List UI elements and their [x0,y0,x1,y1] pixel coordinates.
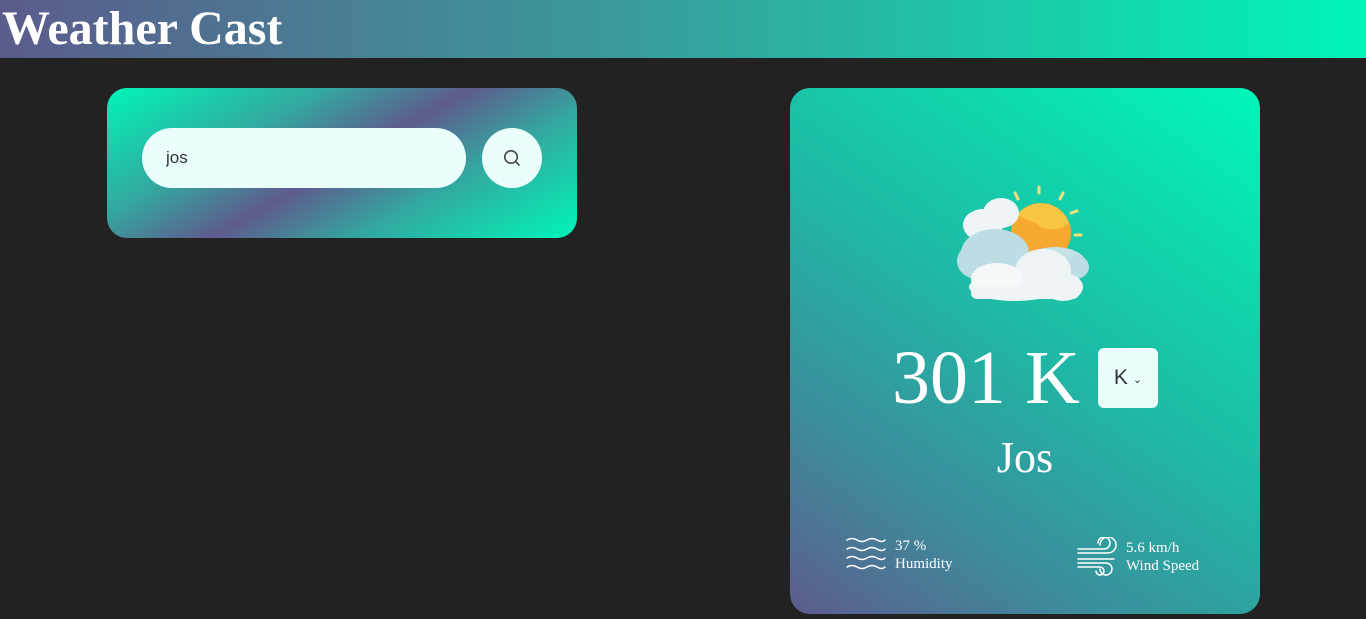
search-icon [504,150,520,166]
app-title: Weather Cast [2,2,283,55]
temperature-row: 301 K K ⌄ [790,338,1260,418]
search-button[interactable] [482,128,542,188]
wind-icon [1077,537,1117,576]
temperature-value: 301 K [892,336,1080,420]
humidity-value: 37 % [895,538,927,554]
wind-value: 5.6 km/h [1126,540,1180,556]
wind-label: Wind Speed [1126,558,1200,574]
humidity-waves-icon [846,537,886,570]
unit-select-value: K [1113,366,1128,389]
humidity-stat: 37 % Humidity [845,537,953,573]
chevron-down-icon: ⌄ [1132,373,1143,386]
search-input[interactable] [142,128,466,188]
wind-stat: 5.6 km/h Wind Speed [1076,537,1199,577]
header-bar: Weather Cast [0,0,1366,58]
unit-select[interactable]: K ⌄ [1097,348,1158,408]
weather-card: 301 K K ⌄ Jos 37 % Humidity 5.6 km/h Win… [790,88,1260,614]
search-card [107,88,577,238]
humidity-label: Humidity [895,556,953,572]
partly-cloudy-icon [957,185,1089,301]
city-name: Jos [996,433,1054,482]
